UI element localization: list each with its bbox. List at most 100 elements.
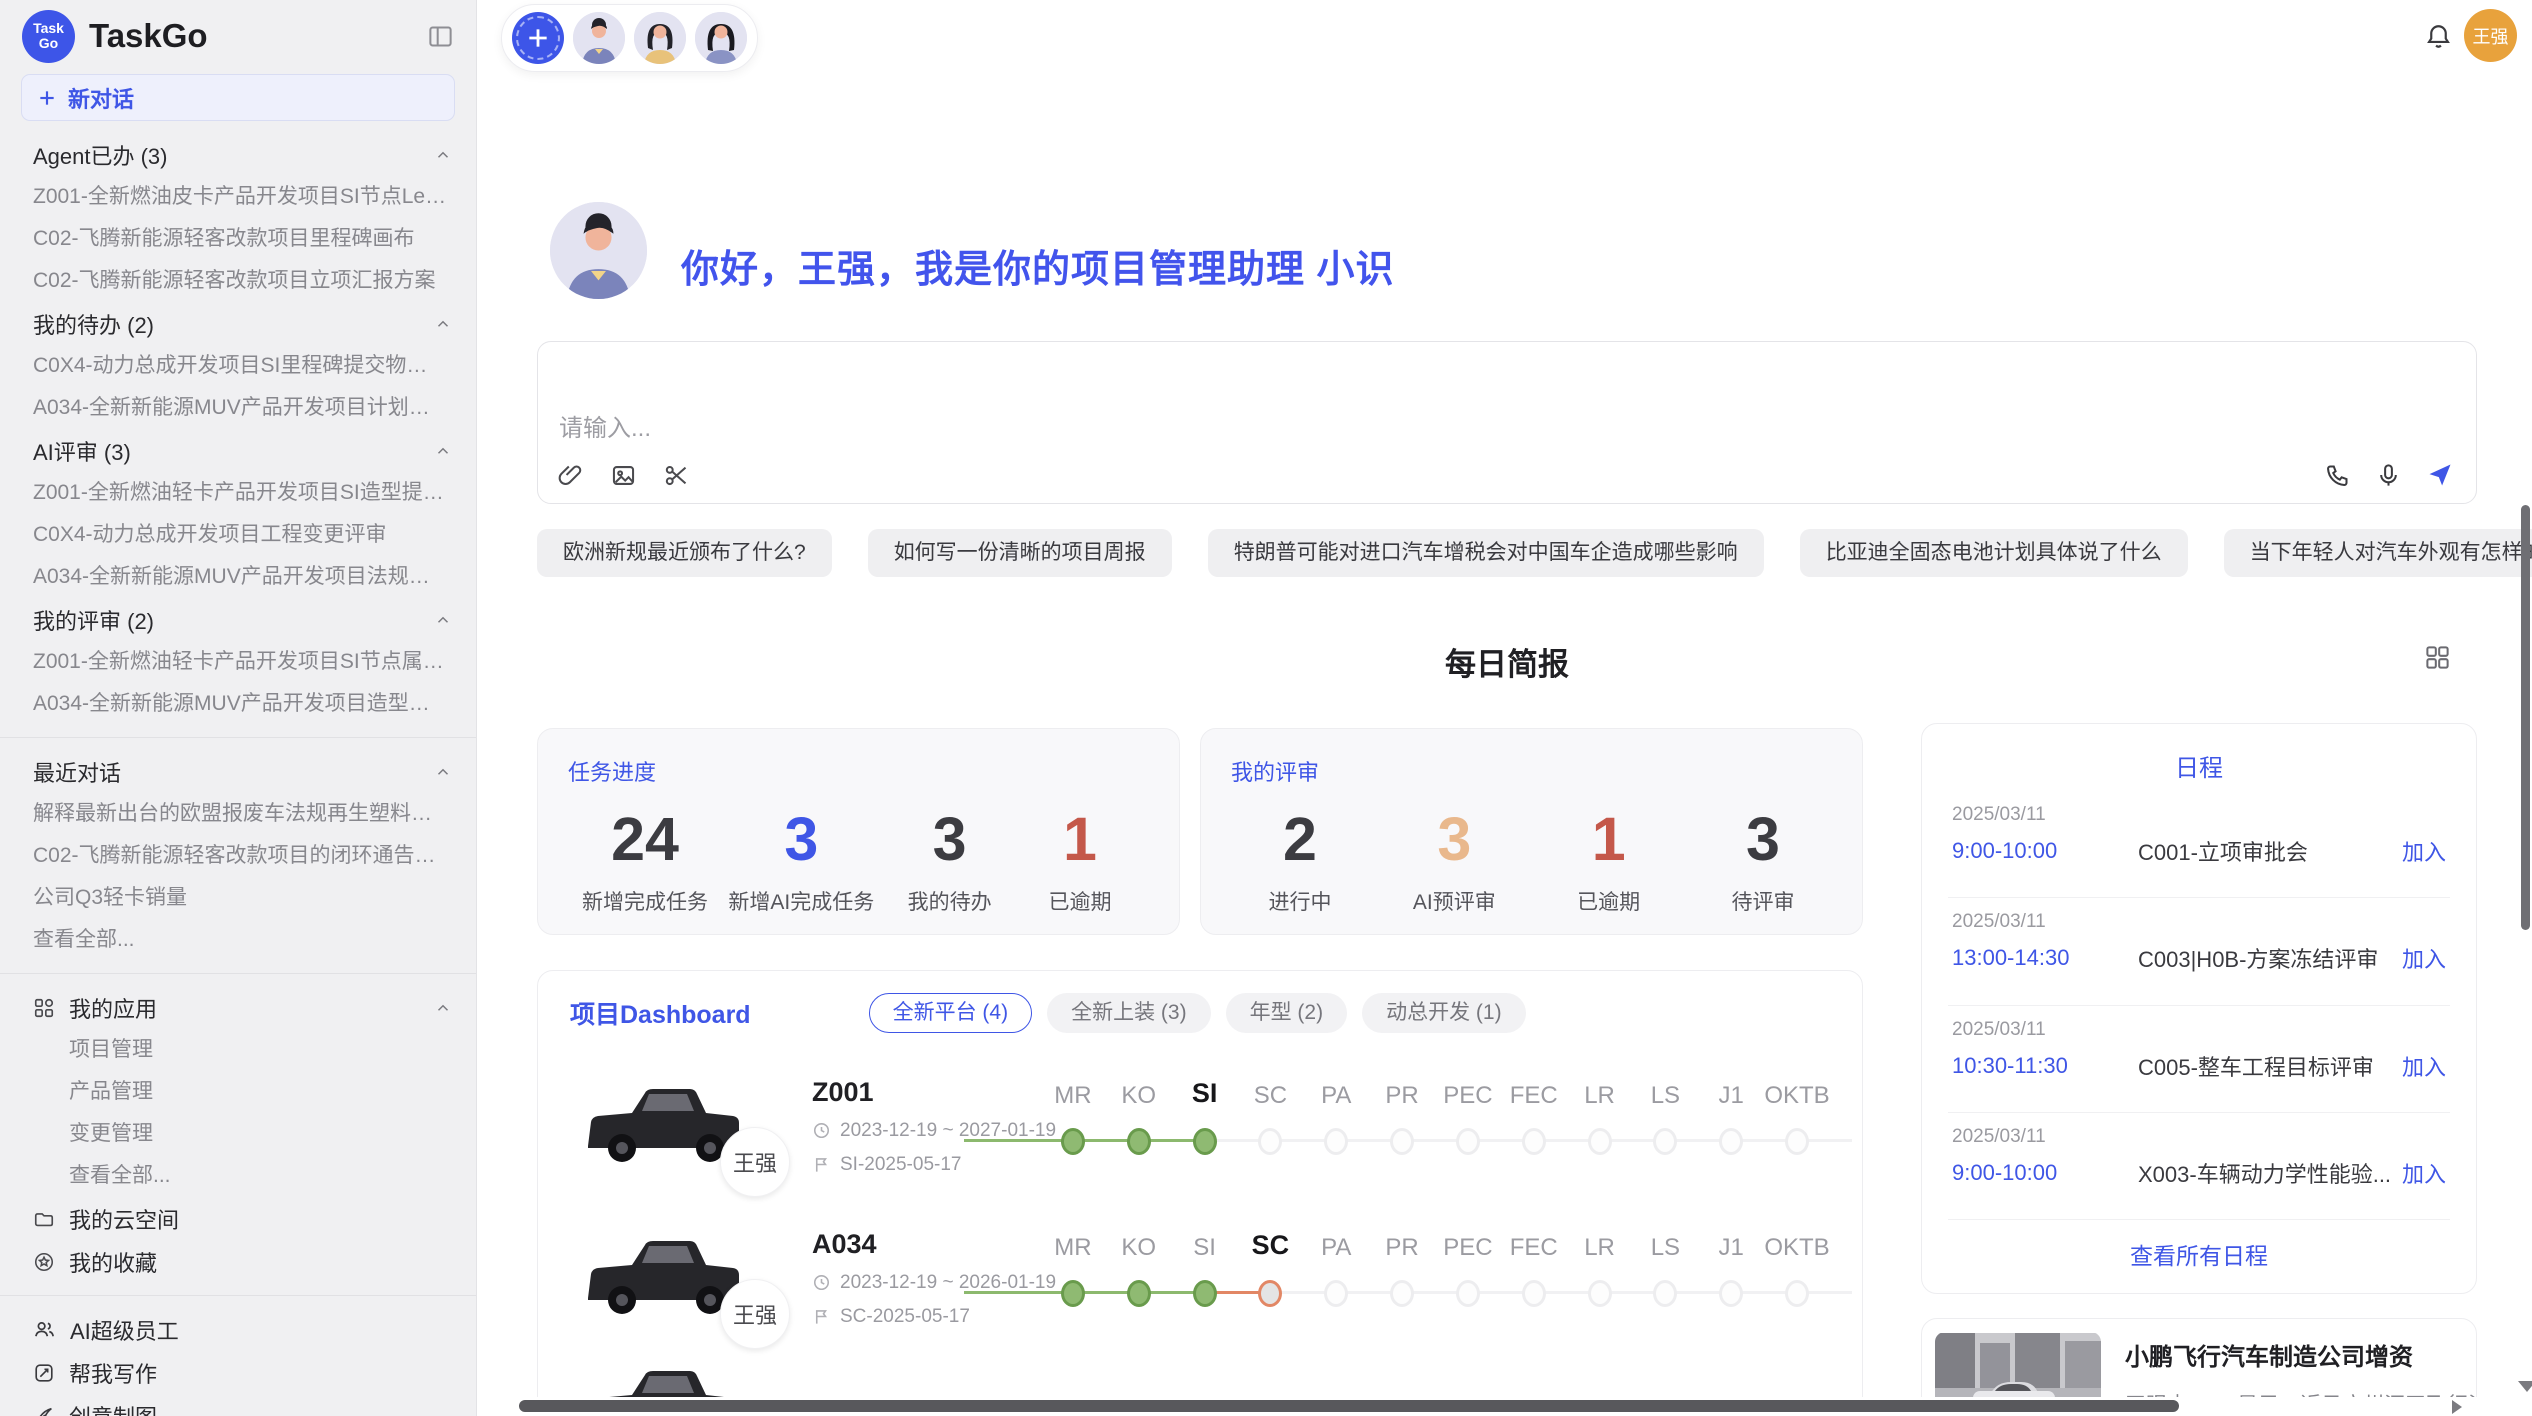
sidebar-item-help-me-write[interactable]: 帮我写作 <box>0 1351 476 1394</box>
milestone-dot <box>1588 1280 1612 1307</box>
sidebar-item[interactable]: C0X4-动力总成开发项目SI里程碑提交物检查 <box>0 345 476 387</box>
horizontal-scrollbar-track[interactable] <box>477 1397 2532 1416</box>
agent-avatar-3[interactable] <box>695 12 747 64</box>
sidebar-item[interactable]: C0X4-动力总成开发项目工程变更评审 <box>0 514 476 556</box>
milestone-label: J1 <box>1698 1082 1764 1110</box>
layout-grid-icon[interactable] <box>2424 644 2451 671</box>
sidebar-item-ai-super-staff[interactable]: AI超级员工 <box>0 1308 476 1351</box>
attachment-icon[interactable] <box>557 462 584 489</box>
section-ai-review[interactable]: AI评审 (3) <box>0 429 476 472</box>
schedule-entry: 2025/03/11 9:00-10:00 X003-车辆动力学性能验... 加… <box>1948 1113 2450 1220</box>
sidebar-item-creative-drawing[interactable]: 创意制图 <box>0 1394 476 1416</box>
app-item-product-mgmt[interactable]: 产品管理 <box>0 1071 476 1113</box>
section-title: AI评审 (3) <box>33 435 131 467</box>
suggestion-chip[interactable]: 特朗普可能对进口汽车增税会对中国车企造成哪些影响 <box>1208 529 1764 577</box>
sidebar-item-cloud-space[interactable]: 我的云空间 <box>0 1197 476 1240</box>
sidebar-item[interactable]: C02-飞腾新能源轻客改款项目里程碑画布 <box>0 218 476 260</box>
join-link[interactable]: 加入 <box>2402 1157 2446 1189</box>
sidebar-item[interactable]: C02-飞腾新能源轻客改款项目立项汇报方案 <box>0 260 476 302</box>
recent-chat-item[interactable]: 解释最新出台的欧盟报废车法规再生塑料比例被调至15%... <box>0 793 476 835</box>
send-icon[interactable] <box>2426 461 2454 489</box>
stat-new-completed: 24 新增完成任务 <box>582 807 708 916</box>
scissors-icon[interactable] <box>663 462 690 489</box>
milestone-dot <box>1258 1280 1282 1307</box>
milestone: SC <box>1237 1227 1303 1329</box>
section-my-todo[interactable]: 我的待办 (2) <box>0 302 476 345</box>
project-row[interactable]: 王强 A034 2023-12-19 ~ 2026-01-19 SC-2025-… <box>538 1199 1862 1351</box>
divider <box>0 737 476 738</box>
sidebar-item-my-apps[interactable]: 我的应用 <box>0 986 476 1029</box>
section-recent-chats[interactable]: 最近对话 <box>0 750 476 793</box>
sidebar-item[interactable]: Z001-全新燃油轻卡产品开发项目SI节点属性5D文件评审 <box>0 641 476 683</box>
view-all-schedule-link[interactable]: 查看所有日程 <box>1948 1220 2450 1277</box>
app-item-view-all[interactable]: 查看全部... <box>0 1155 476 1197</box>
join-link[interactable]: 加入 <box>2402 942 2446 974</box>
tab-new-platform[interactable]: 全新平台 (4) <box>869 993 1033 1033</box>
suggestion-chip[interactable]: 比亚迪全固态电池计划具体说了什么 <box>1800 529 2188 577</box>
sidebar-item[interactable]: A034-全新新能源MUV产品开发项目法规符合性评审 <box>0 556 476 598</box>
app-item-change-mgmt[interactable]: 变更管理 <box>0 1113 476 1155</box>
join-link[interactable]: 加入 <box>2402 1050 2446 1082</box>
divider <box>0 1295 476 1296</box>
notification-bell-icon[interactable] <box>2424 22 2453 51</box>
milestone-dot <box>1456 1128 1480 1155</box>
agent-avatar-1[interactable] <box>573 12 625 64</box>
milestone-label: KO <box>1106 1234 1172 1262</box>
milestone: SI <box>1172 1227 1238 1329</box>
my-review-card: 我的评审 2 进行中 3 AI预评审 1 已逾期 3 待评审 <box>1200 728 1863 935</box>
greeting-text: 你好，王强，我是你的项目管理助理 小识 <box>681 238 1395 293</box>
suggestion-chip[interactable]: 欧洲新规最近颁布了什么? <box>537 529 832 577</box>
section-agent-done[interactable]: Agent已办 (3) <box>0 133 476 176</box>
help-me-write-label: 帮我写作 <box>69 1357 157 1389</box>
sidebar-item[interactable]: A034-全新新能源MUV产品开发项目计划变更表编写 <box>0 387 476 429</box>
new-chat-button[interactable]: 新对话 <box>21 74 455 121</box>
milestone-dot <box>1193 1128 1217 1155</box>
phone-call-icon[interactable] <box>2324 462 2351 489</box>
join-link[interactable]: 加入 <box>2402 835 2446 867</box>
chat-input-box[interactable]: 请输入... <box>537 341 2477 504</box>
apps-grid-icon <box>33 997 55 1019</box>
sidebar-item[interactable]: Z001-全新燃油轻卡产品开发项目SI造型提交物评审 <box>0 472 476 514</box>
schedule-meeting-title: C003|H0B-方案冻结评审 <box>2138 942 2392 974</box>
sidebar-item[interactable]: A034-全新新能源MUV产品开发项目造型可行性评审 <box>0 683 476 725</box>
milestone-label: LR <box>1567 1234 1633 1262</box>
image-icon[interactable] <box>610 462 637 489</box>
tab-new-body[interactable]: 全新上装 (3) <box>1047 993 1211 1033</box>
sidebar-header: Task Go TaskGo <box>0 0 476 72</box>
horizontal-scrollbar-thumb[interactable] <box>519 1400 2179 1412</box>
app-item-project-mgmt[interactable]: 项目管理 <box>0 1029 476 1071</box>
milestone-dot <box>1456 1280 1480 1307</box>
milestone: PR <box>1369 1227 1435 1329</box>
scroll-right-arrow-icon[interactable] <box>2452 1400 2462 1414</box>
tab-year-model[interactable]: 年型 (2) <box>1226 993 1348 1033</box>
schedule-time: 9:00-10:00 <box>1952 838 2138 864</box>
recent-chat-view-all[interactable]: 查看全部... <box>0 919 476 961</box>
assistant-avatar <box>550 202 647 299</box>
new-chat-label: 新对话 <box>68 82 134 114</box>
sidebar-item[interactable]: Z001-全新燃油皮卡产品开发项目SI节点Lesson Learn报告 <box>0 176 476 218</box>
sidebar-item-favorites[interactable]: 我的收藏 <box>0 1240 476 1283</box>
milestone-label: PR <box>1369 1234 1435 1262</box>
sidebar-collapse-icon[interactable] <box>427 23 454 50</box>
schedule-meeting-title: C001-立项审批会 <box>2138 835 2392 867</box>
dashboard-tabs: 全新平台 (4) 全新上装 (3) 年型 (2) 动总开发 (1) <box>869 993 1526 1033</box>
suggestion-chip[interactable]: 当下年轻人对汽车外观有怎样的喜好趋势 <box>2224 529 2532 577</box>
microphone-icon[interactable] <box>2375 462 2402 489</box>
user-avatar[interactable]: 王强 <box>2464 9 2517 62</box>
section-title: 最近对话 <box>33 756 121 788</box>
section-my-review[interactable]: 我的评审 (2) <box>0 598 476 641</box>
vertical-scrollbar-thumb[interactable] <box>2521 505 2530 930</box>
people-icon <box>33 1318 56 1341</box>
recent-chat-item[interactable]: C02-飞腾新能源轻客改款项目的闭环通告反馈情况 <box>0 835 476 877</box>
milestone-dot <box>1785 1280 1809 1307</box>
tab-powertrain[interactable]: 动总开发 (1) <box>1362 993 1526 1033</box>
agent-avatar-2[interactable] <box>634 12 686 64</box>
stat-pending-review: 3 待评审 <box>1708 807 1818 916</box>
suggestion-chip[interactable]: 如何写一份清晰的项目周报 <box>868 529 1172 577</box>
milestone: LS <box>1632 1075 1698 1177</box>
milestone-dot <box>1390 1128 1414 1155</box>
scroll-down-arrow-icon[interactable] <box>2518 1381 2532 1392</box>
recent-chat-item[interactable]: 公司Q3轻卡销量 <box>0 877 476 919</box>
add-agent-button[interactable] <box>512 12 564 64</box>
project-row[interactable]: 王强 Z001 2023-12-19 ~ 2027-01-19 SI-2025-… <box>538 1047 1862 1199</box>
